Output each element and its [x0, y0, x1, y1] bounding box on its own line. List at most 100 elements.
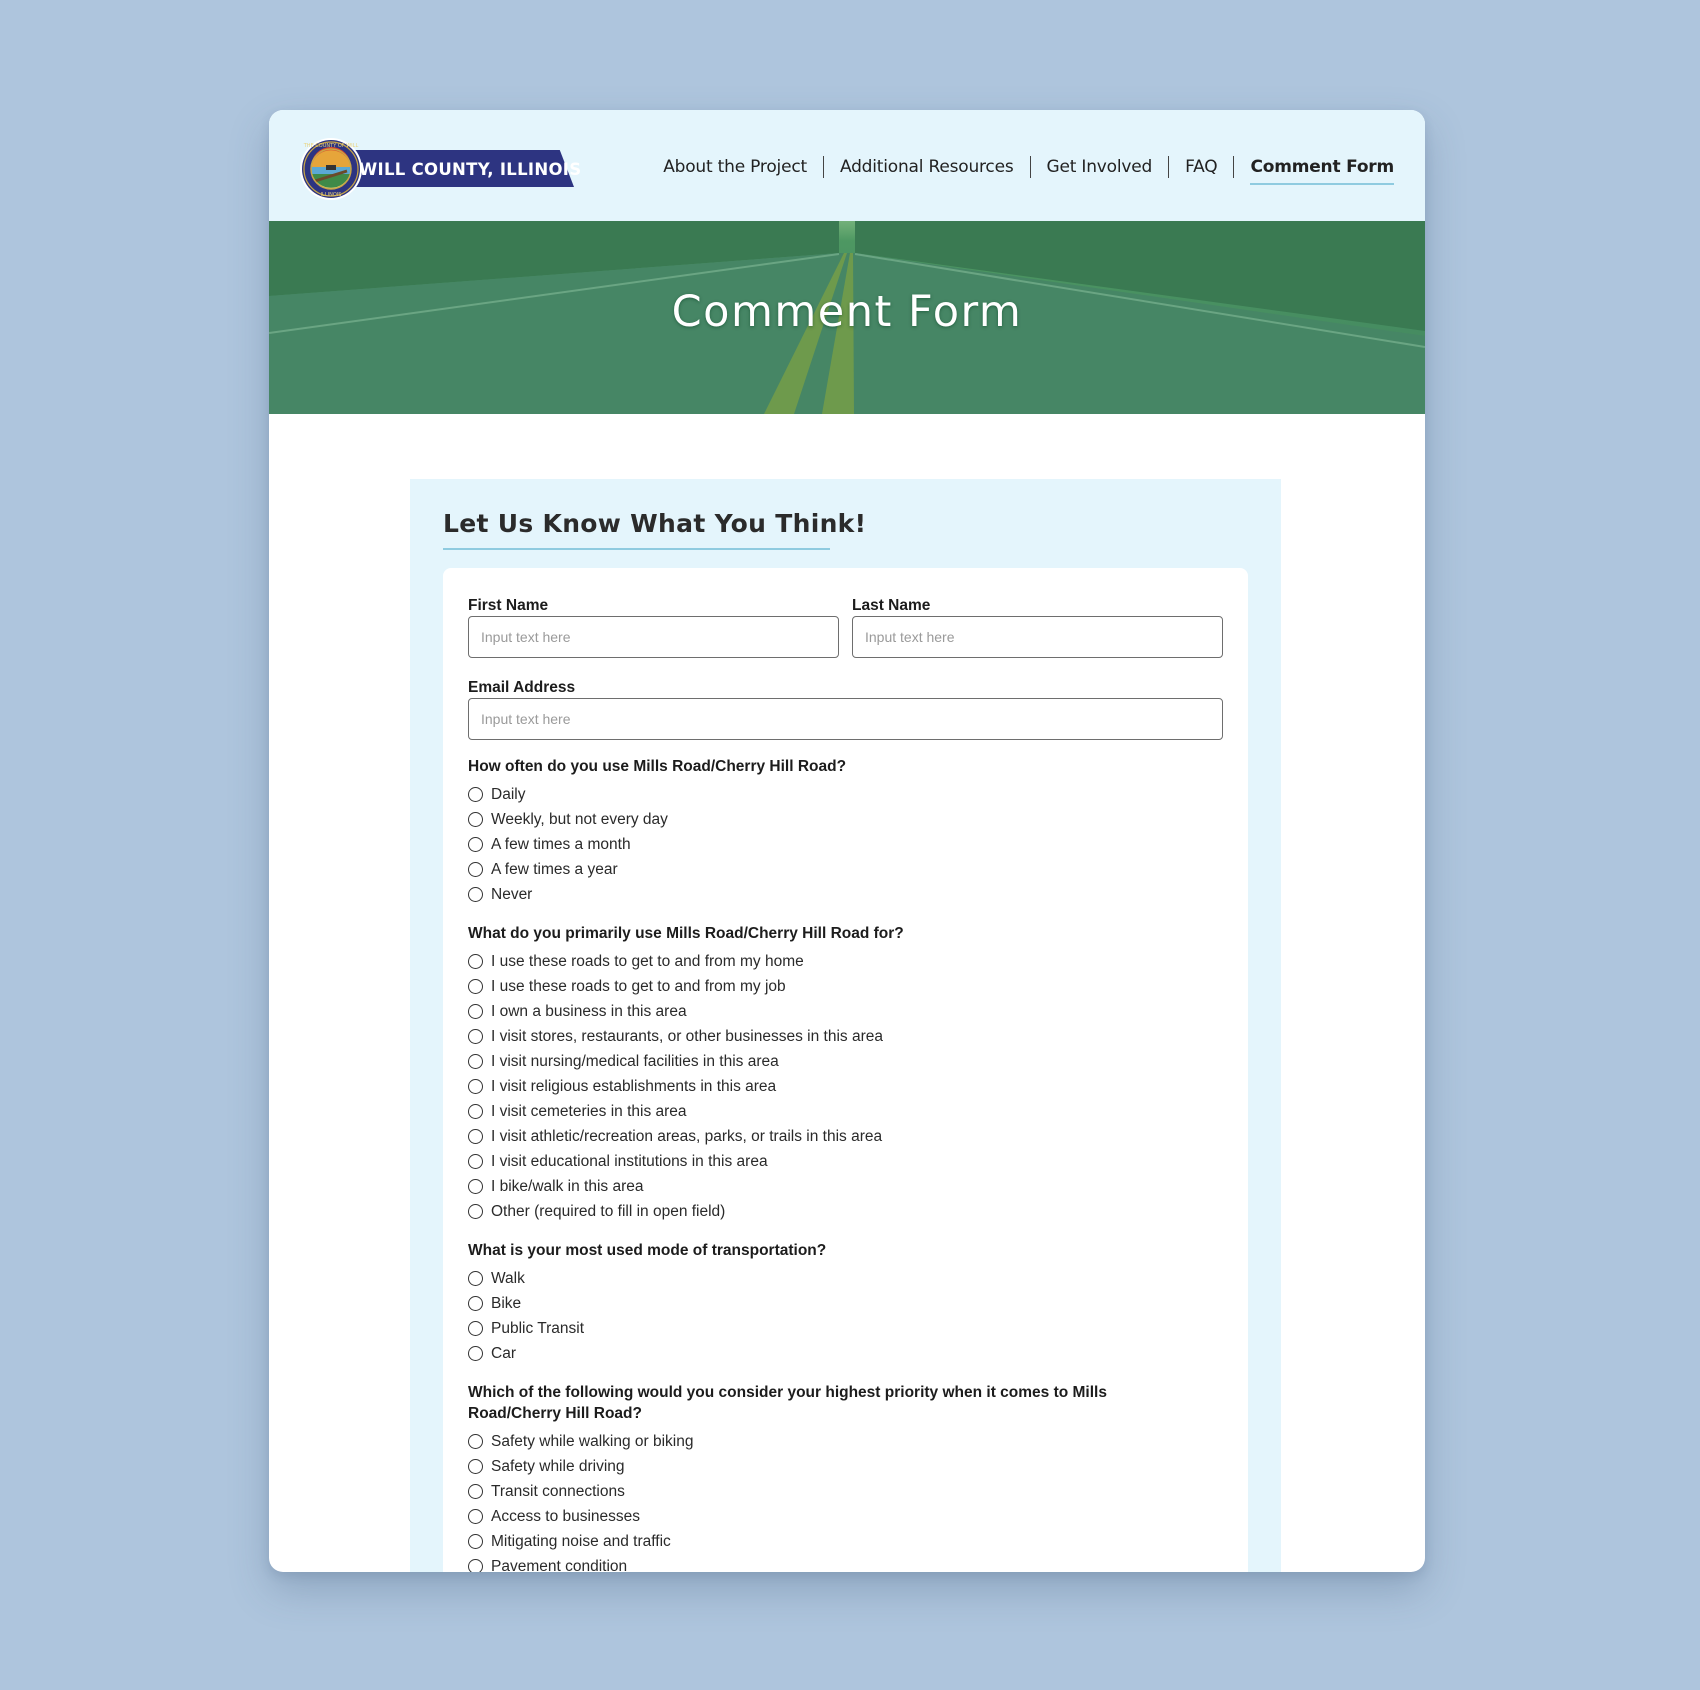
radio-option[interactable]: I visit nursing/medical facilities in th… — [468, 1049, 883, 1074]
radio-button[interactable] — [468, 1321, 483, 1336]
option-label: I use these roads to get to and from my … — [491, 952, 804, 970]
option-label: Transit connections — [491, 1482, 625, 1500]
radio-button[interactable] — [468, 954, 483, 969]
radio-button[interactable] — [468, 1154, 483, 1169]
options-primary-use: I use these roads to get to and from my … — [468, 949, 883, 1224]
option-label: I visit stores, restaurants, or other bu… — [491, 1027, 883, 1045]
question-usage-frequency: How often do you use Mills Road/Cherry H… — [468, 758, 847, 775]
nav-about-the-project[interactable]: About the Project — [647, 155, 823, 179]
county-seal-icon: THE COUNTY OF WILL ILLINOIS — [300, 138, 362, 200]
radio-option[interactable]: Pavement condition — [468, 1554, 693, 1572]
options-transport-mode: Walk Bike Public Transit Car — [468, 1266, 584, 1366]
radio-option[interactable]: Public Transit — [468, 1316, 584, 1341]
radio-option[interactable]: Safety while walking or biking — [468, 1429, 693, 1454]
radio-button[interactable] — [468, 979, 483, 994]
radio-option[interactable]: I bike/walk in this area — [468, 1174, 883, 1199]
hero-banner: Comment Form — [269, 221, 1425, 414]
radio-button[interactable] — [468, 837, 483, 852]
radio-option[interactable]: I visit educational institutions in this… — [468, 1149, 883, 1174]
radio-button[interactable] — [468, 1559, 483, 1572]
option-label: Daily — [491, 785, 526, 803]
radio-option[interactable]: Bike — [468, 1291, 584, 1316]
radio-option[interactable]: Other (required to fill in open field) — [468, 1199, 883, 1224]
option-label: Access to businesses — [491, 1507, 641, 1525]
comment-form-section: Let Us Know What You Think! First Name L… — [410, 479, 1281, 1572]
radio-option[interactable]: I visit cemeteries in this area — [468, 1099, 883, 1124]
radio-option[interactable]: I use these roads to get to and from my … — [468, 974, 883, 999]
radio-option[interactable]: Access to businesses — [468, 1504, 693, 1529]
radio-option[interactable]: I own a business in this area — [468, 999, 883, 1024]
radio-option[interactable]: Safety while driving — [468, 1454, 693, 1479]
svg-text:THE COUNTY OF WILL: THE COUNTY OF WILL — [303, 143, 359, 149]
option-label: Safety while driving — [491, 1457, 625, 1475]
radio-option[interactable]: Mitigating noise and traffic — [468, 1529, 693, 1554]
radio-button[interactable] — [468, 1534, 483, 1549]
browser-page: WILL COUNTY, ILLINOIS THE COUNTY OF WILL… — [269, 110, 1425, 1572]
option-label: Pavement condition — [491, 1557, 628, 1573]
radio-button[interactable] — [468, 1004, 483, 1019]
nav-get-involved[interactable]: Get Involved — [1031, 155, 1169, 179]
radio-option[interactable]: Car — [468, 1341, 584, 1366]
option-label: Car — [491, 1344, 516, 1362]
first-name-input[interactable] — [468, 616, 839, 658]
main-nav: About the Project Additional Resources G… — [647, 152, 1394, 185]
option-label: Safety while walking or biking — [491, 1432, 694, 1450]
radio-button[interactable] — [468, 787, 483, 802]
radio-option[interactable]: Daily — [468, 782, 668, 807]
radio-option[interactable]: Transit connections — [468, 1479, 693, 1504]
radio-button[interactable] — [468, 1079, 483, 1094]
option-label: Weekly, but not every day — [491, 810, 668, 828]
radio-button[interactable] — [468, 887, 483, 902]
radio-option[interactable]: I visit stores, restaurants, or other bu… — [468, 1024, 883, 1049]
radio-button[interactable] — [468, 1204, 483, 1219]
option-label: I visit athletic/recreation areas, parks… — [491, 1127, 883, 1145]
comment-form: First Name Last Name Email Address How o… — [443, 568, 1248, 1572]
option-label: I visit cemeteries in this area — [491, 1102, 687, 1120]
radio-button[interactable] — [468, 1179, 483, 1194]
radio-option[interactable]: I visit athletic/recreation areas, parks… — [468, 1124, 883, 1149]
option-label: I visit educational institutions in this… — [491, 1152, 768, 1170]
nav-comment-form[interactable]: Comment Form — [1234, 155, 1394, 185]
radio-button[interactable] — [468, 1129, 483, 1144]
form-heading: Let Us Know What You Think! — [443, 509, 867, 538]
radio-button[interactable] — [468, 1434, 483, 1449]
radio-button[interactable] — [468, 1484, 483, 1499]
radio-option[interactable]: Never — [468, 882, 668, 907]
radio-button[interactable] — [468, 812, 483, 827]
radio-button[interactable] — [468, 1271, 483, 1286]
radio-button[interactable] — [468, 1296, 483, 1311]
last-name-label: Last Name — [852, 597, 931, 614]
will-county-logo[interactable]: WILL COUNTY, ILLINOIS THE COUNTY OF WILL… — [299, 137, 582, 201]
radio-option[interactable]: I use these roads to get to and from my … — [468, 949, 883, 974]
option-label: A few times a year — [491, 860, 618, 878]
radio-option[interactable]: A few times a year — [468, 857, 668, 882]
option-label: I visit nursing/medical facilities in th… — [491, 1052, 779, 1070]
last-name-input[interactable] — [852, 616, 1223, 658]
radio-option[interactable]: Walk — [468, 1266, 584, 1291]
radio-button[interactable] — [468, 862, 483, 877]
email-label: Email Address — [468, 679, 576, 696]
radio-option[interactable]: A few times a month — [468, 832, 668, 857]
radio-option[interactable]: I visit religious establishments in this… — [468, 1074, 883, 1099]
nav-additional-resources[interactable]: Additional Resources — [824, 155, 1030, 179]
radio-button[interactable] — [468, 1346, 483, 1361]
email-input[interactable] — [468, 698, 1223, 740]
nav-faq[interactable]: FAQ — [1169, 155, 1233, 179]
option-label: Bike — [491, 1294, 522, 1312]
option-label: Other (required to fill in open field) — [491, 1202, 726, 1220]
options-highest-priority: Safety while walking or biking Safety wh… — [468, 1429, 693, 1572]
radio-button[interactable] — [468, 1509, 483, 1524]
option-label: Public Transit — [491, 1319, 585, 1337]
options-usage-frequency: Daily Weekly, but not every day A few ti… — [468, 782, 668, 907]
radio-button[interactable] — [468, 1029, 483, 1044]
radio-button[interactable] — [468, 1054, 483, 1069]
logo-text: WILL COUNTY, ILLINOIS — [359, 160, 582, 179]
option-label: I use these roads to get to and from my … — [491, 977, 786, 995]
option-label: Never — [491, 885, 533, 903]
site-header: WILL COUNTY, ILLINOIS THE COUNTY OF WILL… — [269, 110, 1425, 221]
option-label: I bike/walk in this area — [491, 1177, 644, 1195]
radio-button[interactable] — [468, 1459, 483, 1474]
radio-button[interactable] — [468, 1104, 483, 1119]
radio-option[interactable]: Weekly, but not every day — [468, 807, 668, 832]
hero-title: Comment Form — [671, 287, 1023, 337]
